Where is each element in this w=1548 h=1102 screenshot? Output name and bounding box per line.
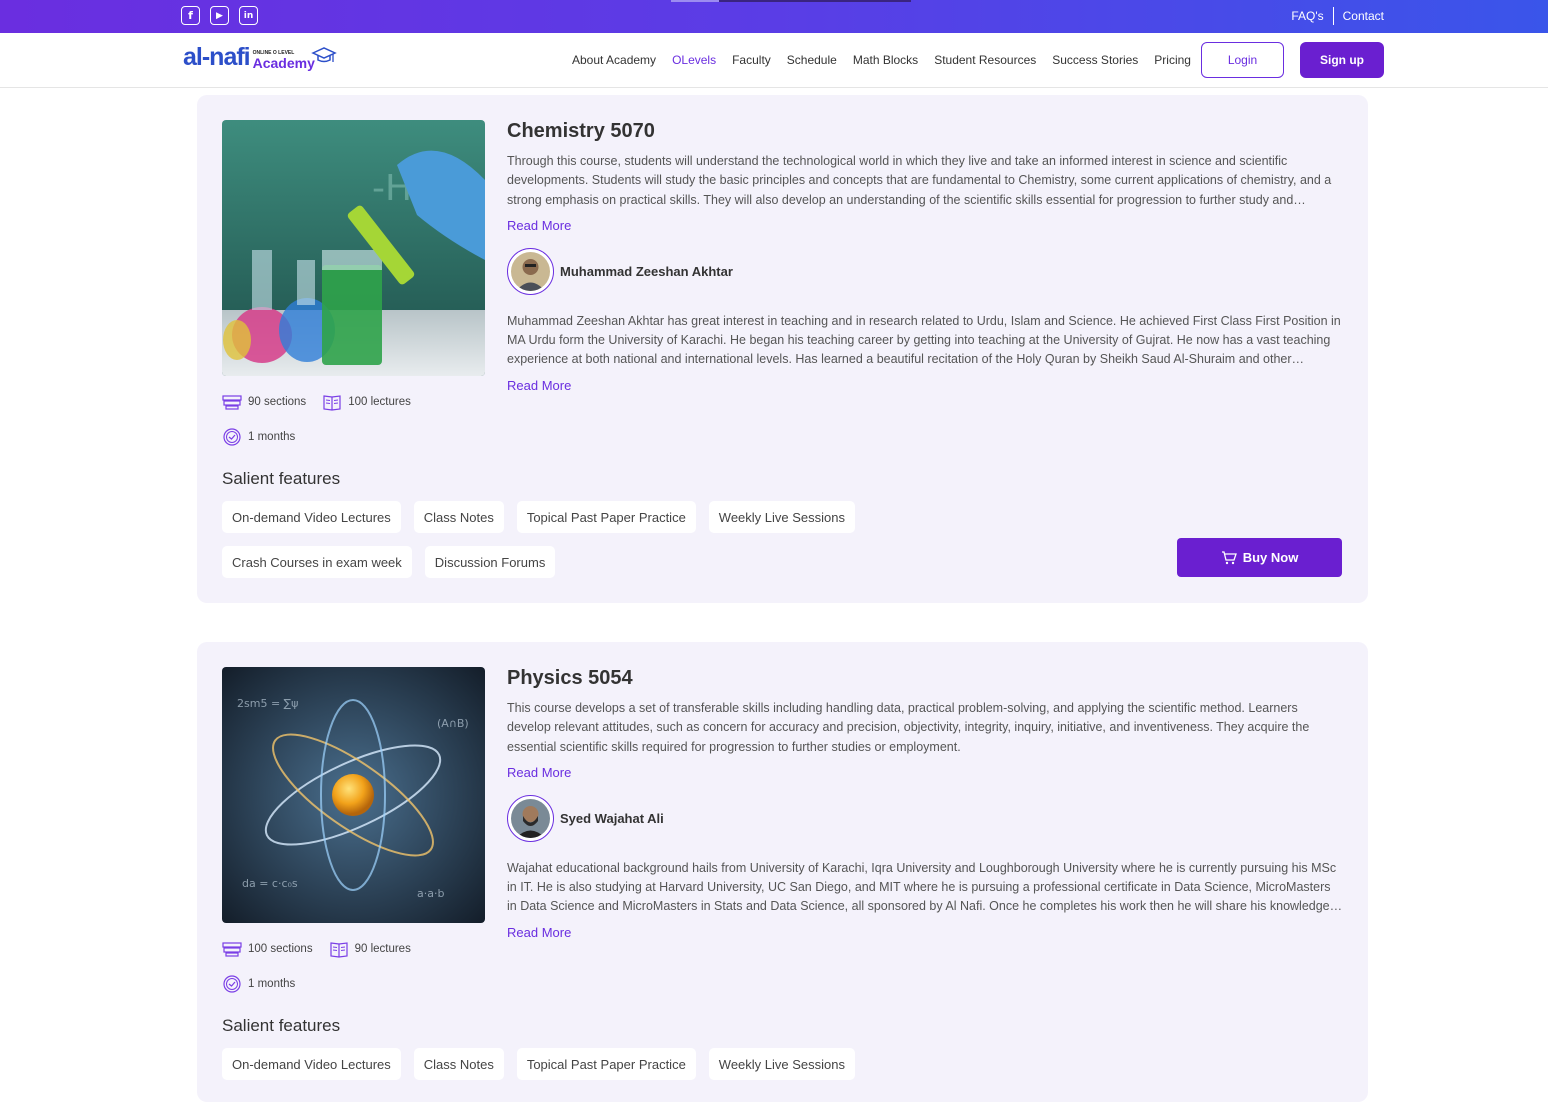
book-icon bbox=[323, 395, 341, 411]
course-card-chemistry: -H- 90 sections 100 lectures 1 months Sa… bbox=[197, 95, 1368, 603]
svg-text:da = c·c₀s: da = c·c₀s bbox=[242, 877, 298, 890]
lectures-text: 90 lectures bbox=[354, 943, 411, 955]
site-header: al-nafi ONLINE O LEVEL Academy About Aca… bbox=[0, 33, 1548, 88]
duration-row: 1 months bbox=[222, 975, 311, 993]
teacher-row: Muhammad Zeeshan Akhtar bbox=[507, 247, 1343, 295]
course-card-physics: 2sm5 = ∑ψ (A∩B) da = c·c₀s a·a·b 100 sec… bbox=[197, 642, 1368, 1102]
nav-faculty[interactable]: Faculty bbox=[732, 53, 771, 67]
bio-read-more-link[interactable]: Read More bbox=[507, 378, 1343, 393]
signup-button[interactable]: Sign up bbox=[1300, 42, 1384, 78]
svg-text:2sm5 = ∑ψ: 2sm5 = ∑ψ bbox=[237, 697, 298, 710]
description-read-more-link[interactable]: Read More bbox=[507, 218, 1343, 233]
nav-pricing[interactable]: Pricing bbox=[1154, 53, 1191, 67]
salient-features-title: Salient features bbox=[222, 1016, 341, 1035]
course-image-chemistry: -H- bbox=[222, 120, 485, 376]
feature-chips: On-demand Video Lectures Class Notes Top… bbox=[222, 1048, 922, 1080]
teacher-name: Syed Wajahat Ali bbox=[560, 810, 664, 826]
facebook-icon[interactable]: f bbox=[181, 6, 200, 25]
teacher-bio: Wajahat educational background hails fro… bbox=[507, 860, 1337, 914]
feature-chip: Class Notes bbox=[413, 1048, 504, 1080]
faq-link[interactable]: FAQ's bbox=[1291, 9, 1323, 23]
teacher-avatar bbox=[507, 247, 554, 295]
buy-now-button[interactable]: Buy Now bbox=[1177, 538, 1342, 577]
description-read-more-link[interactable]: Read More bbox=[507, 765, 1343, 780]
feature-chip: Class Notes bbox=[413, 501, 504, 533]
logo-main-text: al-nafi bbox=[183, 43, 251, 71]
lectures-stat: 100 lectures bbox=[322, 393, 411, 411]
cart-icon bbox=[1221, 550, 1237, 564]
teacher-bio: Muhammad Zeeshan Akhtar has great intere… bbox=[507, 313, 1341, 367]
sections-icon bbox=[222, 395, 242, 410]
social-links: f ▶ in bbox=[181, 6, 258, 25]
sections-text: 90 sections bbox=[248, 396, 307, 408]
top-bar: f ▶ in FAQ's Contact bbox=[0, 0, 1548, 33]
sections-text: 100 sections bbox=[248, 943, 313, 955]
svg-text:(A∩B): (A∩B) bbox=[437, 717, 469, 730]
feature-chip: On-demand Video Lectures bbox=[222, 501, 401, 533]
sections-icon bbox=[222, 942, 242, 957]
course-description: Through this course, students will under… bbox=[507, 154, 1332, 207]
course-image-physics: 2sm5 = ∑ψ (A∩B) da = c·c₀s a·a·b bbox=[222, 667, 485, 923]
nav-about-academy[interactable]: About Academy bbox=[572, 53, 656, 67]
feature-chip: Topical Past Paper Practice bbox=[516, 501, 696, 533]
course-title: Physics 5054 bbox=[507, 667, 633, 689]
logo-academy: Academy bbox=[252, 55, 315, 71]
linkedin-icon[interactable]: in bbox=[239, 6, 258, 25]
feature-chip: Topical Past Paper Practice bbox=[516, 1048, 696, 1080]
youtube-icon[interactable]: ▶ bbox=[210, 6, 229, 25]
feature-chip: On-demand Video Lectures bbox=[222, 1048, 401, 1080]
lectures-stat: 90 lectures bbox=[329, 940, 411, 958]
svg-text:a·a·b: a·a·b bbox=[417, 887, 444, 900]
feature-chip: Discussion Forums bbox=[424, 546, 556, 578]
course-meta-row: 90 sections 100 lectures bbox=[222, 393, 427, 411]
bio-read-more-link[interactable]: Read More bbox=[507, 925, 1343, 940]
course-title: Chemistry 5070 bbox=[507, 120, 655, 142]
nav-schedule[interactable]: Schedule bbox=[787, 53, 837, 67]
course-body: Chemistry 5070 Through this course, stud… bbox=[507, 120, 1343, 393]
buy-now-label: Buy Now bbox=[1242, 550, 1299, 565]
nav-student-resources[interactable]: Student Resources bbox=[934, 53, 1036, 67]
feature-chip: Weekly Live Sessions bbox=[708, 501, 856, 533]
login-button[interactable]: Login bbox=[1201, 42, 1284, 78]
course-meta-row: 100 sections 90 lectures bbox=[222, 940, 427, 958]
nav-math-blocks[interactable]: Math Blocks bbox=[853, 53, 918, 67]
teacher-avatar bbox=[507, 794, 554, 842]
duration-stat: 1 months bbox=[222, 428, 295, 446]
duration-text: 1 months bbox=[248, 978, 296, 990]
contact-link[interactable]: Contact bbox=[1343, 9, 1384, 23]
nav-olevels[interactable]: OLevels bbox=[672, 53, 716, 67]
feature-chip: Weekly Live Sessions bbox=[708, 1048, 856, 1080]
sections-stat: 90 sections bbox=[222, 393, 306, 411]
logo-side: ONLINE O LEVEL Academy bbox=[252, 51, 315, 71]
nav-success-stories[interactable]: Success Stories bbox=[1052, 53, 1138, 67]
clock-icon bbox=[223, 428, 241, 446]
duration-stat: 1 months bbox=[222, 975, 295, 993]
duration-text: 1 months bbox=[248, 431, 296, 443]
course-description: This course develops a set of transferab… bbox=[507, 701, 1310, 754]
top-links: FAQ's Contact bbox=[1291, 7, 1384, 25]
graduation-cap-icon bbox=[311, 47, 337, 63]
scroll-indicator bbox=[671, 0, 911, 2]
top-divider bbox=[1332, 7, 1334, 25]
course-body: Physics 5054 This course develops a set … bbox=[507, 667, 1343, 940]
sections-stat: 100 sections bbox=[222, 940, 313, 958]
teacher-row: Syed Wajahat Ali bbox=[507, 794, 1343, 842]
duration-row: 1 months bbox=[222, 428, 311, 446]
feature-chip: Crash Courses in exam week bbox=[222, 546, 412, 578]
salient-features-title: Salient features bbox=[222, 469, 341, 488]
main-nav: About Academy OLevels Faculty Schedule M… bbox=[572, 53, 1191, 67]
book-icon bbox=[329, 942, 348, 958]
clock-icon bbox=[223, 975, 241, 993]
teacher-name: Muhammad Zeeshan Akhtar bbox=[560, 263, 733, 279]
site-logo[interactable]: al-nafi ONLINE O LEVEL Academy bbox=[183, 44, 337, 70]
lectures-text: 100 lectures bbox=[348, 396, 411, 408]
feature-chips: On-demand Video Lectures Class Notes Top… bbox=[222, 501, 922, 578]
